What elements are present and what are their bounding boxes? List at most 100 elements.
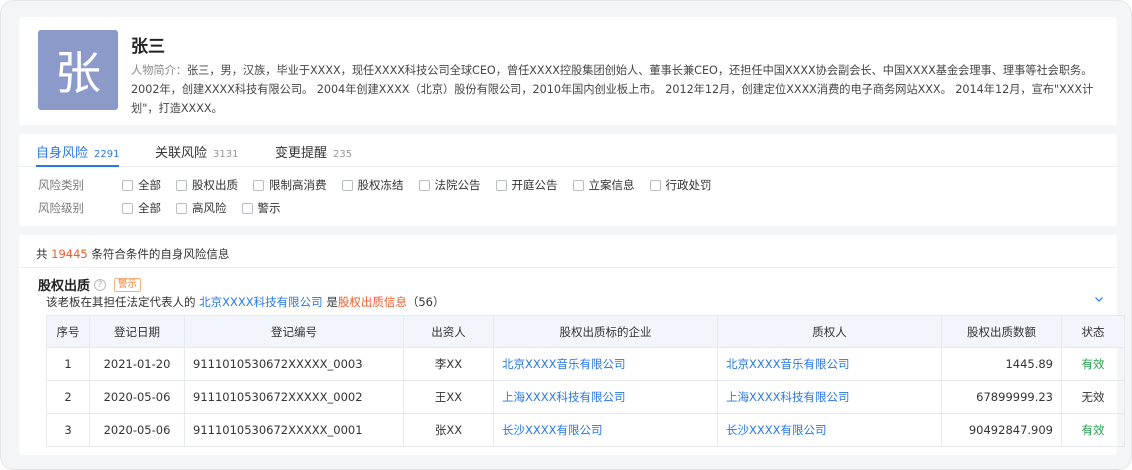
question-circle-icon[interactable]: ? bbox=[94, 278, 107, 291]
tab-count: 3131 bbox=[213, 149, 239, 160]
cell-target-company-link[interactable]: 长沙XXXX有限公司 bbox=[493, 413, 718, 447]
desc-mid: 是 bbox=[326, 295, 338, 309]
filter-option-consumption-limit[interactable]: 限制高消费 bbox=[253, 177, 327, 193]
filter-label: 风险级别 bbox=[38, 201, 84, 215]
profile-card: 张 张三 人物简介：张三，男，汉族，毕业于XXXX，现任XXXX科技公司全球CE… bbox=[19, 17, 1117, 125]
section-description: 该老板在其担任法定代表人的 北京XXXX科技有限公司 是股权出质信息（56） bbox=[46, 294, 444, 310]
total-suffix: 条符合条件的自身风险信息 bbox=[91, 247, 230, 261]
col-header-status: 状态 bbox=[1061, 315, 1125, 348]
warning-tag: 警示 bbox=[114, 277, 142, 292]
col-header-pledgee: 质权人 bbox=[717, 315, 942, 348]
filter-option-court-notice[interactable]: 法院公告 bbox=[418, 177, 481, 193]
desc-count: （56） bbox=[406, 295, 445, 309]
app-frame: 张 张三 人物简介：张三，男，汉族，毕业于XXXX，现任XXXX科技公司全球CE… bbox=[0, 0, 1132, 470]
col-header-index: 序号 bbox=[46, 315, 90, 348]
bio-text: 张三，男，汉族，毕业于XXXX，现任XXXX科技公司全球CEO，曾任XXXX控股… bbox=[131, 64, 1094, 115]
cell-target-company-link[interactable]: 北京XXXX音乐有限公司 bbox=[493, 347, 718, 381]
filter-option-warning[interactable]: 警示 bbox=[241, 200, 281, 216]
checkbox[interactable] bbox=[241, 202, 253, 214]
option-label: 警示 bbox=[257, 201, 281, 215]
tab-label: 自身风险 bbox=[36, 146, 89, 161]
tab-related-risk[interactable]: 关联风险 3131 bbox=[155, 142, 238, 167]
col-header-amount: 股权出质数额 bbox=[941, 315, 1062, 348]
col-header-reg-no: 登记编号 bbox=[184, 315, 404, 348]
equity-pledge-table: 序号 登记日期 登记编号 出资人 股权出质标的企业 质权人 股权出质数额 状态 … bbox=[46, 315, 1125, 447]
company-link[interactable]: 北京XXXX科技有限公司 bbox=[199, 295, 323, 309]
filter-option-all-level[interactable]: 全部 bbox=[122, 200, 161, 216]
risk-filter-card: 自身风险 2291 关联风险 3131 变更提醒 235 风险类别 全部 股权出质 限… bbox=[19, 134, 1117, 226]
section-title: 股权出质 ? 警示 bbox=[38, 275, 142, 294]
cell-index: 1 bbox=[46, 347, 90, 381]
checkbox[interactable] bbox=[122, 202, 133, 214]
option-label: 立案信息 bbox=[588, 178, 635, 192]
option-label: 限制高消费 bbox=[269, 178, 327, 192]
option-label: 高风险 bbox=[192, 201, 227, 215]
tab-label: 变更提醒 bbox=[275, 146, 328, 161]
option-label: 股权冻结 bbox=[357, 178, 404, 192]
cell-target-company-link[interactable]: 上海XXXX科技有限公司 bbox=[493, 380, 718, 414]
desc-prefix: 该老板在其担任法定代表人的 bbox=[46, 295, 196, 309]
filter-option-equity-freeze[interactable]: 股权冻结 bbox=[341, 177, 404, 193]
cell-pledgee-link[interactable]: 长沙XXXX有限公司 bbox=[717, 413, 942, 447]
cell-amount: 90492847.909 bbox=[941, 413, 1062, 447]
filter-option-equity-pledge[interactable]: 股权出质 bbox=[176, 177, 238, 193]
cell-date: 2020-05-06 bbox=[89, 380, 185, 414]
chevron-down-icon[interactable] bbox=[1093, 293, 1105, 305]
tab-label: 关联风险 bbox=[155, 146, 208, 161]
avatar: 张 bbox=[38, 30, 118, 110]
section-title-text: 股权出质 bbox=[38, 279, 91, 294]
tab-self-risk[interactable]: 自身风险 2291 bbox=[36, 142, 120, 167]
cell-index: 2 bbox=[46, 380, 90, 414]
divider bbox=[19, 267, 1117, 268]
cell-reg-no: 9111010530672XXXXX_0002 bbox=[184, 380, 404, 414]
filter-option-high-risk[interactable]: 高风险 bbox=[176, 200, 227, 216]
cell-investor: 李XX bbox=[403, 347, 494, 381]
checkbox[interactable] bbox=[176, 202, 187, 214]
checkbox[interactable] bbox=[253, 179, 264, 191]
table-row: 1 2021-01-20 9111010530672XXXXX_0003 李XX… bbox=[46, 347, 1125, 381]
option-label: 全部 bbox=[138, 178, 161, 192]
option-label: 行政处罚 bbox=[665, 178, 712, 192]
table-row: 2 2020-05-06 9111010530672XXXXX_0002 王XX… bbox=[46, 380, 1125, 414]
cell-pledgee-link[interactable]: 上海XXXX科技有限公司 bbox=[717, 380, 942, 414]
cell-reg-no: 9111010530672XXXXX_0003 bbox=[184, 347, 404, 381]
col-header-target-company: 股权出质标的企业 bbox=[493, 315, 718, 348]
cell-reg-no: 9111010530672XXXXX_0001 bbox=[184, 413, 404, 447]
cell-investor: 张XX bbox=[403, 413, 494, 447]
cell-date: 2021-01-20 bbox=[89, 347, 185, 381]
tab-change-alert[interactable]: 变更提醒 235 bbox=[275, 142, 352, 167]
filter-option-hearing-notice[interactable]: 开庭公告 bbox=[495, 177, 558, 193]
person-name: 张三 bbox=[131, 37, 165, 57]
checkbox[interactable] bbox=[572, 179, 584, 191]
cell-index: 3 bbox=[46, 413, 90, 447]
table-row: 3 2020-05-06 9111010530672XXXXX_0001 张XX… bbox=[46, 413, 1125, 447]
checkbox[interactable] bbox=[176, 179, 187, 191]
table-header-row: 序号 登记日期 登记编号 出资人 股权出质标的企业 质权人 股权出质数额 状态 bbox=[46, 315, 1125, 348]
cell-status: 有效 bbox=[1061, 347, 1125, 381]
filter-row-risk-type: 风险类别 全部 股权出质 限制高消费 股权冻结 法院公告 开庭公告 立案信息 行… bbox=[38, 175, 727, 195]
cell-amount: 67899999.23 bbox=[941, 380, 1062, 414]
checkbox[interactable] bbox=[122, 179, 133, 191]
option-label: 法院公告 bbox=[434, 178, 481, 192]
filter-label: 风险类别 bbox=[38, 178, 84, 192]
cell-amount: 1445.89 bbox=[941, 347, 1062, 381]
cell-date: 2020-05-06 bbox=[89, 413, 185, 447]
tab-count: 2291 bbox=[94, 149, 120, 160]
option-label: 股权出质 bbox=[192, 178, 238, 192]
checkbox[interactable] bbox=[649, 179, 661, 191]
desc-highlight: 股权出质信息 bbox=[337, 295, 407, 309]
cell-pledgee-link[interactable]: 北京XXXX音乐有限公司 bbox=[717, 347, 942, 381]
option-label: 全部 bbox=[138, 201, 161, 215]
person-bio: 人物简介：张三，男，汉族，毕业于XXXX，现任XXXX科技公司全球CEO，曾任X… bbox=[131, 61, 1096, 118]
filter-option-case-filing[interactable]: 立案信息 bbox=[572, 177, 635, 193]
cell-status: 无效 bbox=[1061, 380, 1125, 414]
filter-row-risk-level: 风险级别 全部 高风险 警示 bbox=[38, 198, 296, 218]
col-header-date: 登记日期 bbox=[89, 315, 185, 348]
checkbox[interactable] bbox=[341, 179, 353, 191]
filter-option-admin-penalty[interactable]: 行政处罚 bbox=[649, 177, 712, 193]
checkbox[interactable] bbox=[418, 179, 430, 191]
tab-count: 235 bbox=[333, 149, 353, 160]
cell-investor: 王XX bbox=[403, 380, 494, 414]
filter-option-all[interactable]: 全部 bbox=[122, 177, 161, 193]
checkbox[interactable] bbox=[495, 179, 507, 191]
